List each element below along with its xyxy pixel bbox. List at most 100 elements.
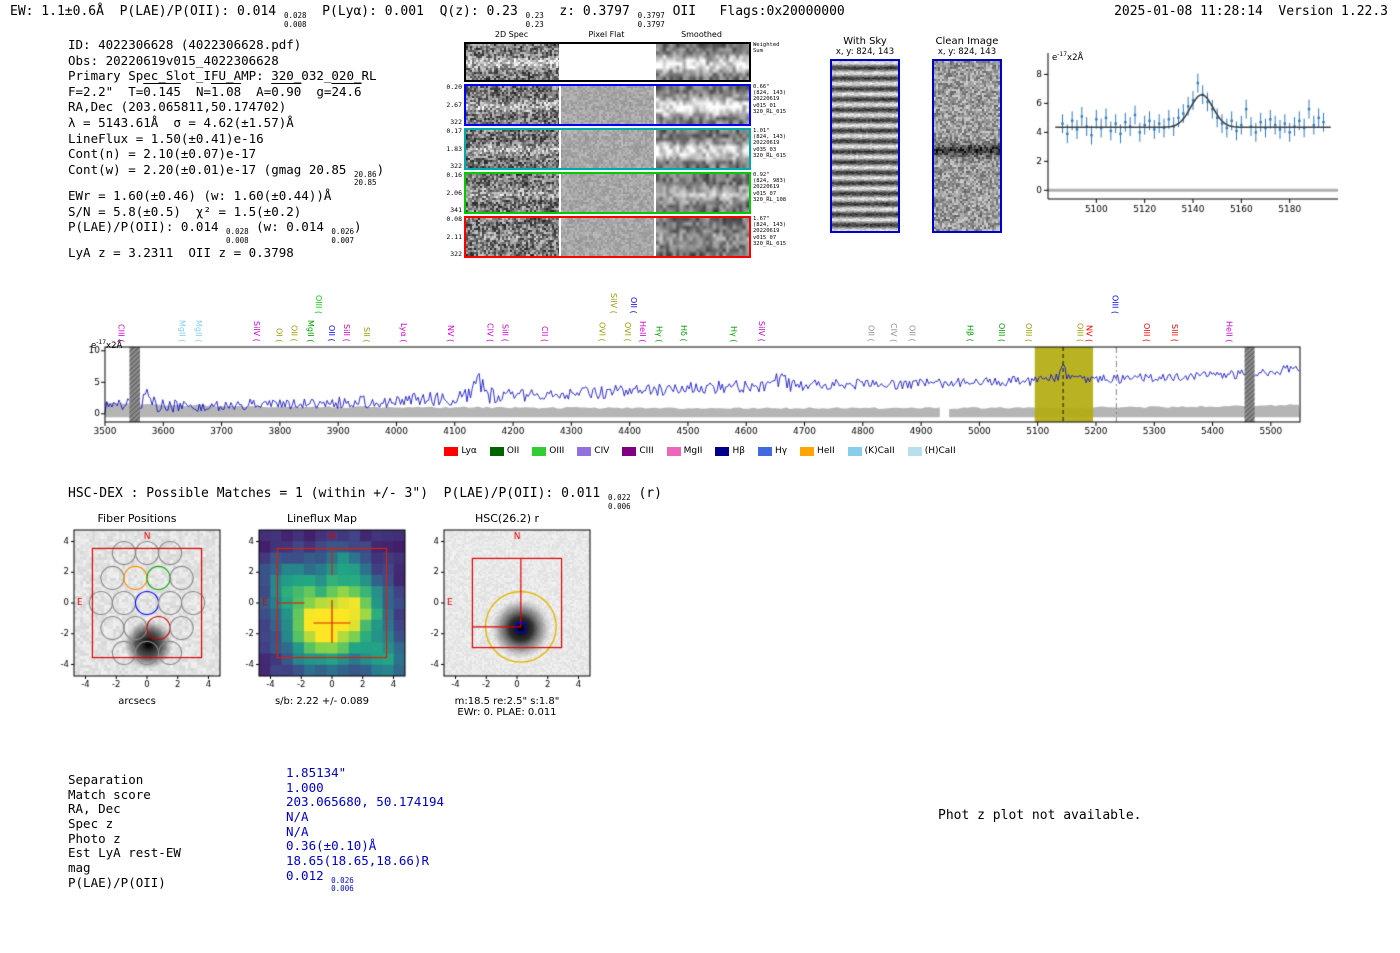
emission-line-label: SIII (	[1169, 324, 1179, 342]
emission-line-label: OI (	[274, 327, 284, 342]
pixel-flat-image	[561, 86, 654, 124]
info-line: Cont(w) = 2.20(±0.01)e-17 (gmag 20.85 20…	[68, 161, 385, 188]
legend-label: CIV	[594, 446, 610, 456]
lineflux-map-panel: Lineflux Map s/b: 2.22 +/- 0.089	[233, 512, 411, 707]
info-line: Primary Spec_Slot_IFU_AMP: 320_032_020_R…	[68, 68, 377, 84]
emission-line-label: Hγ (	[654, 325, 664, 342]
match-table-label: Spec z	[68, 816, 114, 832]
info-line: Cont(n) = 2.10(±0.07)e-17	[68, 146, 257, 162]
legend-swatch	[532, 446, 547, 456]
legend-item: Lyα	[444, 446, 477, 456]
spec2d-image-row	[464, 216, 751, 258]
pixel-flat-image	[561, 218, 654, 256]
legend-label: HeII	[817, 446, 835, 456]
spec2d-row-meta: 1.01" (824, 143) 20220619 v035_03 320_RL_015	[753, 128, 787, 159]
summary-header: EW: 1.1±0.6Å P(LAE)/P(OII): 0.014 0.028 0…	[10, 4, 845, 29]
emission-line-label: SiII (	[500, 324, 510, 342]
spec2d-row: 0.08 2.11 322 1.67" (824, 143) 20220619 v015_0…	[443, 216, 795, 258]
photz-note: Phot z plot not available.	[938, 808, 1142, 823]
emission-line-label: OII (	[628, 297, 638, 314]
legend-item: HeII	[800, 446, 835, 456]
lineflux-map-title: Lineflux Map	[286, 512, 358, 525]
elixer-report: EW: 1.1±0.6Å P(LAE)/P(OII): 0.014 0.028 0…	[0, 0, 1400, 953]
legend-item: CIV	[577, 446, 609, 456]
legend-item: CIII	[622, 446, 654, 456]
legend-swatch	[666, 446, 681, 456]
legend-swatch	[622, 446, 637, 456]
spec2d-row-meta: 1.67" (824, 143) 20220619 v015_07 320_RL_015	[753, 216, 787, 247]
emission-line-label: HeII (	[1224, 320, 1234, 342]
line-fit-plot: e-17x2Å	[1018, 45, 1348, 227]
legend-swatch	[577, 446, 592, 456]
legend-swatch	[757, 446, 772, 456]
emission-line-label: MgII (	[177, 319, 187, 342]
emission-line-label: CII (	[540, 326, 550, 342]
stacked-uncertainty: 20.86 20.85	[353, 169, 377, 188]
emission-line-label: OIII (	[1141, 322, 1151, 342]
match-table-row: RA, Dec 203.065680, 50.174194	[68, 794, 444, 816]
emission-line-label: HeII (	[638, 320, 648, 342]
lineflux-map-xlabel: s/b: 2.22 +/- 0.089	[274, 696, 370, 707]
legend-label: CIII	[639, 446, 654, 456]
match-table-label: Est LyA rest-EW	[68, 845, 181, 861]
spec2d-image-row	[464, 84, 751, 126]
fiber-positions-title: Fiber Positions	[97, 512, 177, 525]
emission-line-label: OIII (	[1024, 322, 1034, 342]
spec2d-row: 0.17 1.83 322 1.01" (824, 143) 20220619 v035_0…	[443, 128, 795, 170]
legend-label: OII	[506, 446, 520, 456]
stacked-uncertainty: 0.028 0.008	[283, 11, 307, 29]
legend-label: Hβ	[732, 446, 745, 456]
emission-line-label: OII (	[289, 325, 299, 342]
spec2d-image-row	[464, 172, 751, 214]
fit-ylabel-sup: -17	[1057, 51, 1068, 58]
emission-line-label: NV (	[445, 324, 455, 342]
emission-line-label: SiIV (	[252, 321, 262, 342]
spec2d-col-header: Smoothed	[681, 30, 722, 39]
info-line: λ = 5143.61Å σ = 4.62(±1.57)Å	[68, 114, 294, 130]
full-spectrum-plot: e-17x2Å	[83, 339, 1310, 446]
spec2d-image-row	[464, 128, 751, 170]
datetime-version: 2025-01-08 11:28:14 Version 1.22.3	[1114, 4, 1388, 19]
pixel-flat-image	[561, 130, 654, 168]
info-line: ID: 4022306628 (4022306628.pdf)	[68, 37, 302, 52]
pixel-flat-image	[561, 44, 654, 80]
match-table-label: Separation	[68, 772, 144, 787]
spec2d-row-weights: 0.08 2.11 322	[446, 215, 462, 258]
info-line: P(LAE)/P(OII): 0.014 0.028 0.008 (w: 0.01…	[68, 219, 362, 245]
legend-swatch	[489, 446, 504, 456]
emission-line-label: OII (	[907, 325, 917, 342]
legend-swatch	[907, 446, 922, 456]
emission-line-label: OII (	[866, 325, 876, 342]
spec2d-row: Weighted Sum	[443, 42, 795, 82]
info-line: F=2.2" T=0.145 N=1.08 A=0.90 g=24.6	[68, 83, 362, 99]
legend-swatch	[847, 446, 862, 456]
emission-line-label: SiIV (	[757, 321, 767, 342]
stacked-uncertainty: 0.026 0.007	[331, 227, 354, 245]
emission-line-label: MgII (	[305, 319, 315, 342]
emission-line-label: CIV (	[485, 322, 495, 342]
fiber-positions-xlabel: arcsecs	[118, 696, 156, 707]
match-table-label: Match score	[68, 786, 151, 802]
full-spectrum-canvas	[83, 342, 1310, 442]
spec2d-headers: 2D Spec Pixel Flat Smoothed	[443, 30, 795, 42]
hsc-cutout-xlabel2: EWr: 0. PLAE: 0.011	[457, 707, 557, 718]
stacked-uncertainty: 0.23 0.23	[525, 11, 544, 29]
emission-line-label: Hβ (	[965, 325, 975, 342]
info-line: LineFlux = 1.50(±0.41)e-16	[68, 130, 264, 146]
fiber-positions-panel: Fiber Positions arcsecs	[48, 512, 226, 707]
spec-ylabel-sup: -17	[96, 339, 107, 346]
emission-line-label: NV (	[1084, 324, 1094, 342]
legend-item: Hβ	[715, 446, 745, 456]
spec2d-col-header: 2D Spec	[494, 30, 529, 39]
legend-label: Lyα	[461, 446, 477, 456]
clean-image-panel: Clean Image x, y: 824, 143	[928, 36, 1006, 233]
with-sky-coords: x, y: 824, 143	[835, 47, 895, 57]
spec2d-row-weights	[443, 42, 464, 82]
spectrum-ylabel: e-17x2Å	[91, 339, 122, 351]
match-table-label: Photo z	[68, 830, 121, 846]
clean-image-coords: x, y: 824, 143	[937, 47, 997, 57]
match-table-row: Spec z N/A	[68, 809, 444, 832]
emission-line-label: OII (	[326, 325, 336, 342]
stacked-uncertainty: 0.026 0.006	[331, 875, 354, 894]
emission-line-label: SII (	[361, 326, 371, 342]
